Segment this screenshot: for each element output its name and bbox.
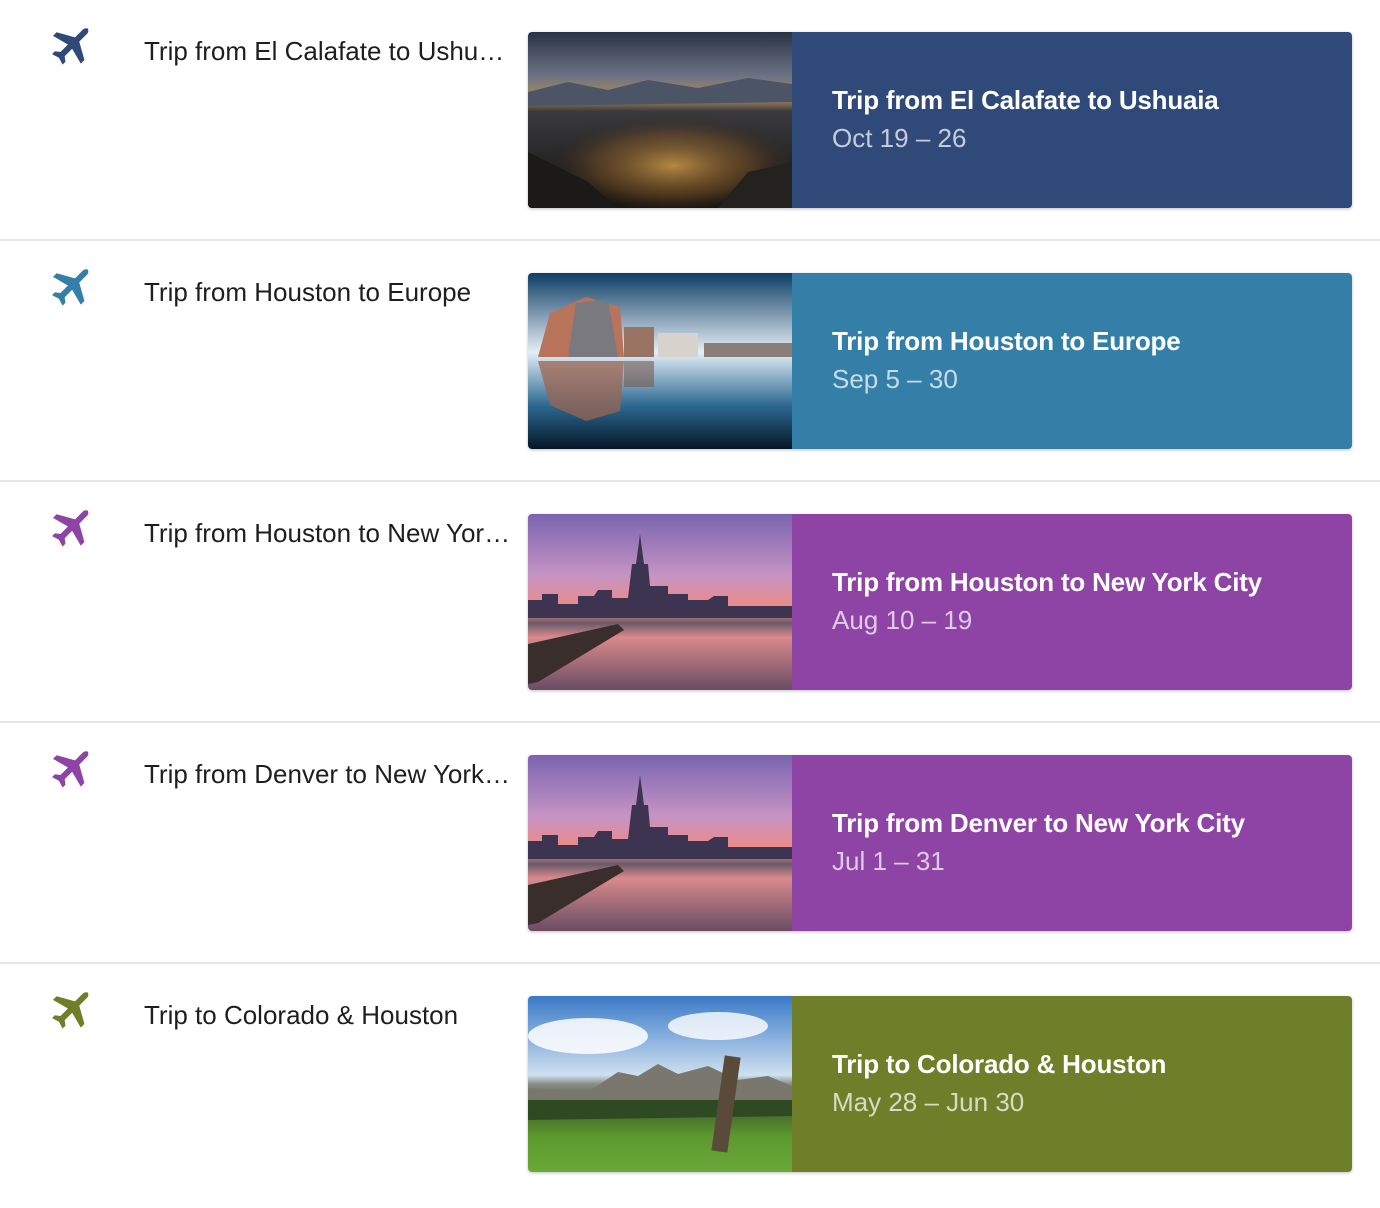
trip-row[interactable]: Trip to Colorado & Houston Trip to Color…	[0, 964, 1380, 1205]
trip-card-dates: Jul 1 – 31	[832, 846, 945, 876]
trip-card-body: Trip from Houston to New York City Aug 1…	[792, 514, 1352, 690]
trip-card-dates: Sep 5 – 30	[832, 364, 958, 394]
airplane-icon	[48, 506, 94, 552]
airplane-icon	[48, 24, 94, 70]
trip-card-title: Trip to Colorado & Houston	[832, 1049, 1167, 1079]
trip-card-dates: Aug 10 – 19	[832, 605, 973, 635]
trip-row-title: Trip to Colorado & Houston	[144, 1000, 459, 1030]
new-york-skyline-photo	[528, 755, 792, 931]
airplane-icon	[48, 747, 94, 793]
trip-card-dates: Oct 19 – 26	[832, 123, 967, 153]
trip-row-title: Trip from Houston to New York City	[144, 518, 512, 548]
trip-card[interactable]: Trip from Houston to New York City Aug 1…	[528, 514, 1352, 690]
trip-row[interactable]: Trip from Denver to New York City Trip f…	[0, 723, 1380, 964]
airplane-icon	[48, 265, 94, 311]
trip-card-title: Trip from Houston to Europe	[832, 326, 1181, 356]
trip-list: Trip from El Calafate to Ushuaia Trip fr…	[0, 0, 1380, 1205]
trip-card-body: Trip to Colorado & Houston May 28 – Jun …	[792, 996, 1352, 1172]
trip-row[interactable]: Trip from Houston to Europe Trip from Ho…	[0, 241, 1380, 482]
trip-row[interactable]: Trip from Houston to New York City Trip …	[0, 482, 1380, 723]
trip-card[interactable]: Trip from Houston to Europe Sep 5 – 30	[528, 273, 1352, 449]
trip-card-dates: May 28 – Jun 30	[832, 1087, 1025, 1117]
night-city-photo	[528, 32, 792, 208]
trip-card[interactable]: Trip from El Calafate to Ushuaia Oct 19 …	[528, 32, 1352, 208]
trip-row-title: Trip from El Calafate to Ushuaia	[144, 36, 512, 66]
mountain-meadow-photo	[528, 996, 792, 1172]
trip-card[interactable]: Trip to Colorado & Houston May 28 – Jun …	[528, 996, 1352, 1172]
waterfront-city-photo	[528, 273, 792, 449]
trip-card-body: Trip from Denver to New York City Jul 1 …	[792, 755, 1352, 931]
trip-card[interactable]: Trip from Denver to New York City Jul 1 …	[528, 755, 1352, 931]
trip-card-title: Trip from El Calafate to Ushuaia	[832, 85, 1219, 115]
trip-card-body: Trip from El Calafate to Ushuaia Oct 19 …	[792, 32, 1352, 208]
trip-card-title: Trip from Houston to New York City	[832, 567, 1262, 597]
new-york-skyline-photo	[528, 514, 792, 690]
airplane-icon	[48, 988, 94, 1034]
trip-card-body: Trip from Houston to Europe Sep 5 – 30	[792, 273, 1352, 449]
trip-row[interactable]: Trip from El Calafate to Ushuaia Trip fr…	[0, 0, 1380, 241]
trip-row-title: Trip from Denver to New York City	[144, 759, 512, 789]
trip-card-title: Trip from Denver to New York City	[832, 808, 1245, 838]
trip-row-title: Trip from Houston to Europe	[144, 277, 472, 307]
